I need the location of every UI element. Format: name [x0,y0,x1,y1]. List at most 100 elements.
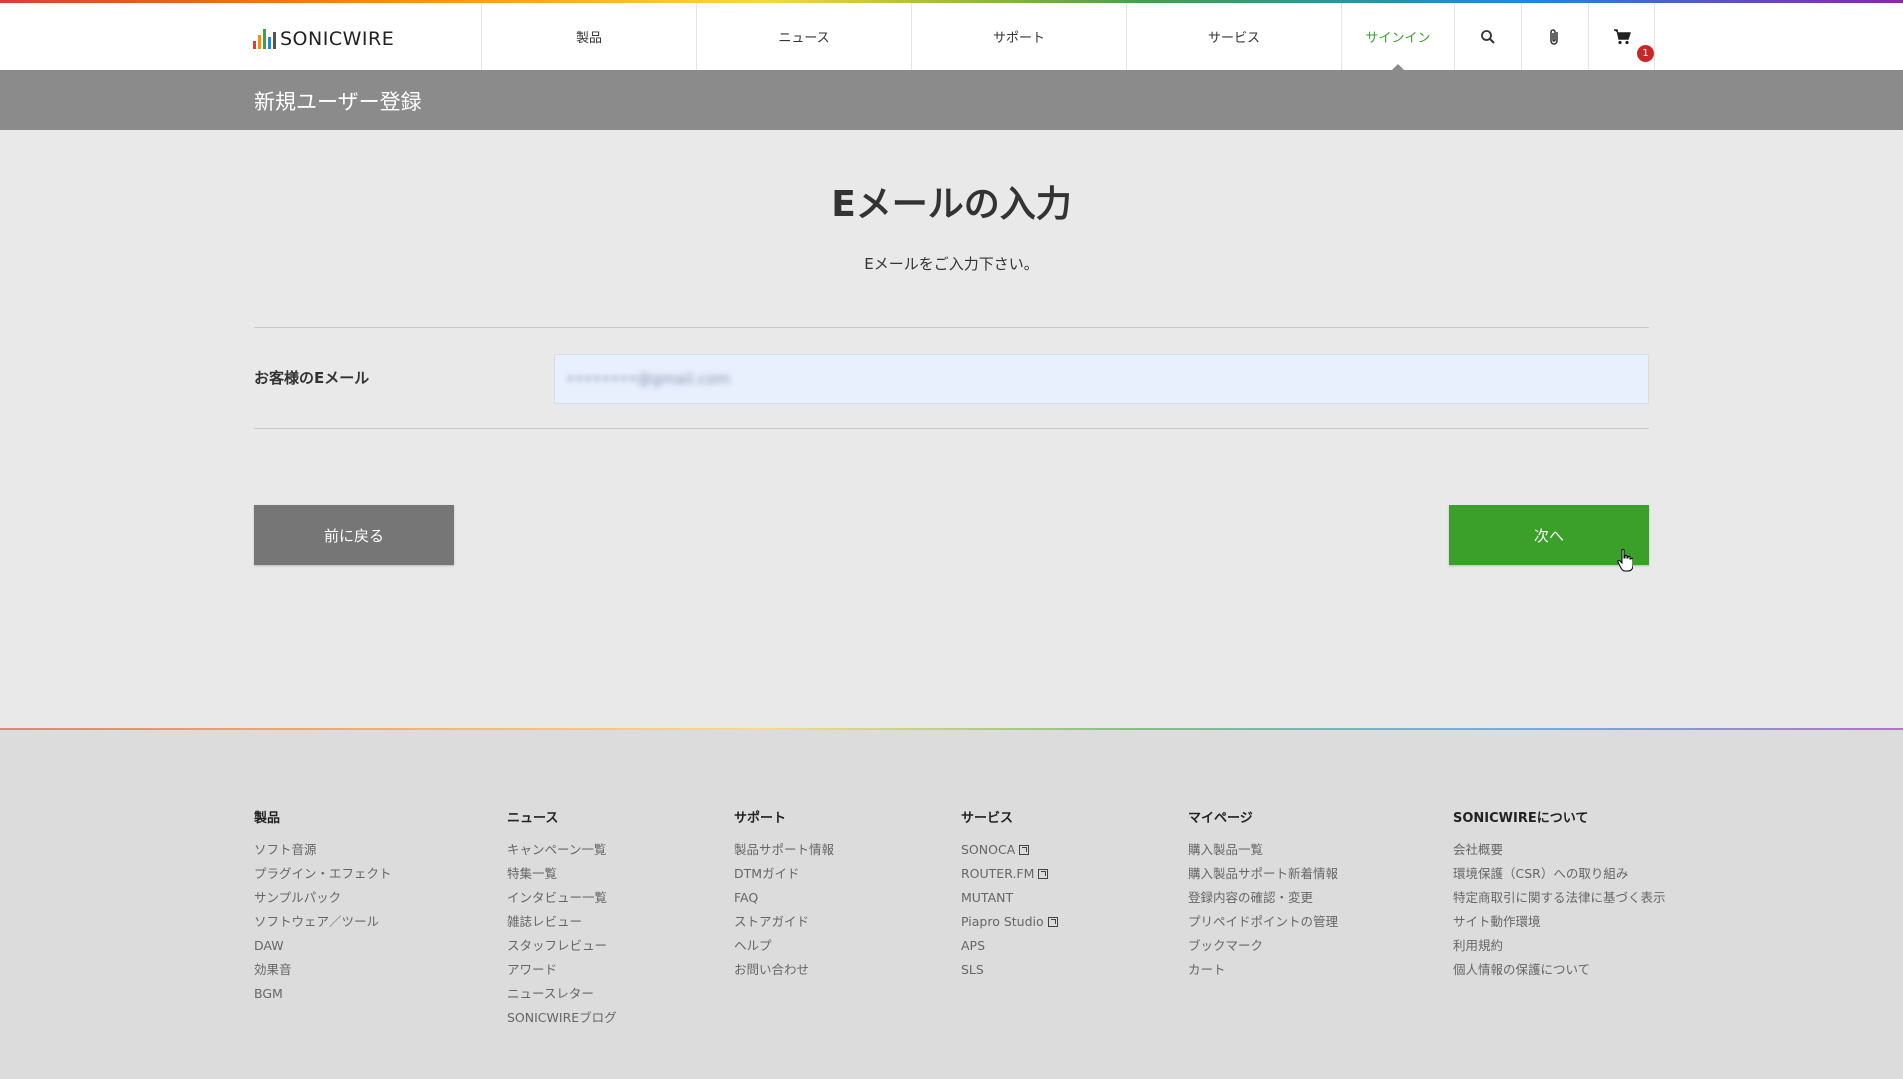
email-value: ••••••••@gmail.com [566,370,731,388]
footer-link-label: ROUTER.FM [961,866,1035,881]
main-heading: Eメールの入力 [831,184,1072,225]
footer-link-label: ヘルプ [734,938,772,953]
footer-link[interactable]: DTMガイド [734,862,834,886]
footer-link-label: ソフト音源 [254,842,317,857]
footer-link[interactable]: 効果音 [254,958,392,982]
footer-link[interactable]: ブックマーク [1188,934,1338,958]
footer-link-label: ニュースレター [507,986,594,1001]
page-title-bar: 新規ユーザー登録 [0,70,1903,130]
footer-link[interactable]: キャンペーン一覧 [507,838,617,862]
back-button[interactable]: 前に戻る [254,505,454,565]
footer-link[interactable]: アワード [507,958,617,982]
form-divider-top [254,327,1649,328]
site-footer: 製品ソフト音源プラグイン・エフェクトサンプルパックソフトウェア／ツール DAW 効果… [0,730,1903,1079]
nav-support[interactable]: サポート [911,3,1126,70]
footer-heading-support: サポート [734,811,787,826]
footer-link[interactable]: ヘルプ [734,934,834,958]
footer-link[interactable]: ストアガイド [734,910,834,934]
footer-link[interactable]: APS [961,934,1058,958]
footer-link[interactable]: サンプルパック [254,886,392,910]
external-link-icon [1019,845,1030,855]
footer-column-mypage: マイページ購入製品一覧購入製品サポート新着情報 登録内容の確認・変更プリペイドポイ… [1188,807,1338,982]
footer-column-services: サービス SONOCA ROUTER.FM MUTANT Piapro Studio AP… [961,807,1058,982]
footer-link-label: 製品サポート情報 [734,842,835,857]
main-subtitle: Eメールをご入力下さい。 [864,255,1039,273]
paperclip-icon [1550,28,1558,45]
footer-link-label: サイト動作環境 [1453,914,1541,929]
footer-link[interactable]: カート [1188,958,1338,982]
footer-link-label: 特集一覧 [507,866,558,881]
footer-link-label: お問い合わせ [734,962,810,977]
footer-link-label: ソフトウェア／ツール [254,914,380,929]
footer-link-label: カート [1188,962,1226,977]
logo-text: SONICWIRE [280,28,395,50]
nav-services[interactable]: サービス [1126,3,1341,70]
footer-heading-news: ニュース [507,811,559,826]
footer-link[interactable]: ニュースレター [507,982,617,1006]
footer-link-label: DAW [254,938,284,953]
footer-link[interactable]: 利用規約 [1453,934,1666,958]
footer-link-label: インタビュー一覧 [507,890,608,905]
sonicwire-logo[interactable]: SONICWIRE [253,25,394,49]
footer-link-label: アワード [507,962,558,977]
footer-link[interactable]: SONICWIREブログ [507,1006,617,1030]
footer-link-label: プラグイン・エフェクト [254,866,392,881]
clip-button[interactable] [1521,3,1588,70]
footer-link-label: 会社概要 [1453,842,1504,857]
footer-link[interactable]: 購入製品一覧 [1188,838,1338,862]
footer-heading-mypage: マイページ [1188,811,1253,826]
footer-link[interactable]: ソフトウェア／ツール [254,910,392,934]
footer-link[interactable]: 会社概要 [1453,838,1666,862]
footer-link-label: ブックマーク [1188,938,1264,953]
footer-link[interactable]: お問い合わせ [734,958,834,982]
footer-link[interactable]: BGM [254,982,392,1006]
email-label: お客様のEメール [254,369,370,387]
footer-heading-products: 製品 [254,811,281,826]
cart-button[interactable]: 1 [1588,3,1655,70]
footer-link-label: 特定商取引に関する法律に基づく表示 [1453,890,1666,905]
external-link-icon [1047,917,1058,927]
footer-link-label: プリペイドポイントの管理 [1188,914,1339,929]
footer-link[interactable]: 特集一覧 [507,862,617,886]
footer-link[interactable]: MUTANT [961,886,1058,910]
main-nav: 製品 ニュース サポート サービス サインイン 1 [481,3,1655,71]
footer-link-label: 利用規約 [1453,938,1504,953]
footer-link[interactable]: 特定商取引に関する法律に基づく表示 [1453,886,1666,910]
footer-heading-about: SONICWIREについて [1453,811,1589,826]
footer-link[interactable]: プリペイドポイントの管理 [1188,910,1338,934]
search-icon [1481,29,1495,44]
footer-link[interactable]: 購入製品サポート新着情報 [1188,862,1338,886]
nav-news[interactable]: ニュース [696,3,911,70]
footer-link[interactable]: 個人情報の保護について [1453,958,1666,982]
footer-link[interactable]: Piapro Studio [961,910,1058,934]
site-header: SONICWIRE 製品 ニュース サポート サービス サインイン 1 [0,3,1903,71]
footer-link[interactable]: SLS [961,958,1058,982]
footer-link-label: SLS [961,962,984,977]
footer-link-label: APS [961,938,986,953]
footer-link[interactable]: スタッフレビュー [507,934,617,958]
footer-link[interactable]: 雑誌レビュー [507,910,617,934]
footer-link[interactable]: FAQ [734,886,834,910]
footer-link[interactable]: ROUTER.FM [961,862,1058,886]
footer-link-label: BGM [254,986,283,1001]
hand-cursor-icon [1617,549,1633,572]
footer-link[interactable]: 環境保護（CSR）への取り組み [1453,862,1666,886]
footer-link-label: 個人情報の保護について [1453,962,1591,977]
footer-link-label: 購入製品一覧 [1188,842,1264,857]
footer-heading-services: サービス [961,811,1014,826]
footer-link-label: FAQ [734,890,759,905]
footer-link[interactable]: サイト動作環境 [1453,910,1666,934]
footer-link[interactable]: DAW [254,934,392,958]
search-button[interactable] [1454,3,1521,70]
nav-products[interactable]: 製品 [481,3,696,70]
footer-link[interactable]: 登録内容の確認・変更 [1188,886,1338,910]
footer-link[interactable]: SONOCA [961,838,1058,862]
footer-link-label: Piapro Studio [961,914,1044,929]
footer-link-label: 環境保護（CSR）への取り組み [1453,866,1629,881]
footer-link[interactable]: プラグイン・エフェクト [254,862,392,886]
nav-signin[interactable]: サインイン [1341,3,1454,71]
footer-link[interactable]: ソフト音源 [254,838,392,862]
footer-link[interactable]: インタビュー一覧 [507,886,617,910]
logo-bars-icon [253,29,276,49]
footer-link[interactable]: 製品サポート情報 [734,838,834,862]
